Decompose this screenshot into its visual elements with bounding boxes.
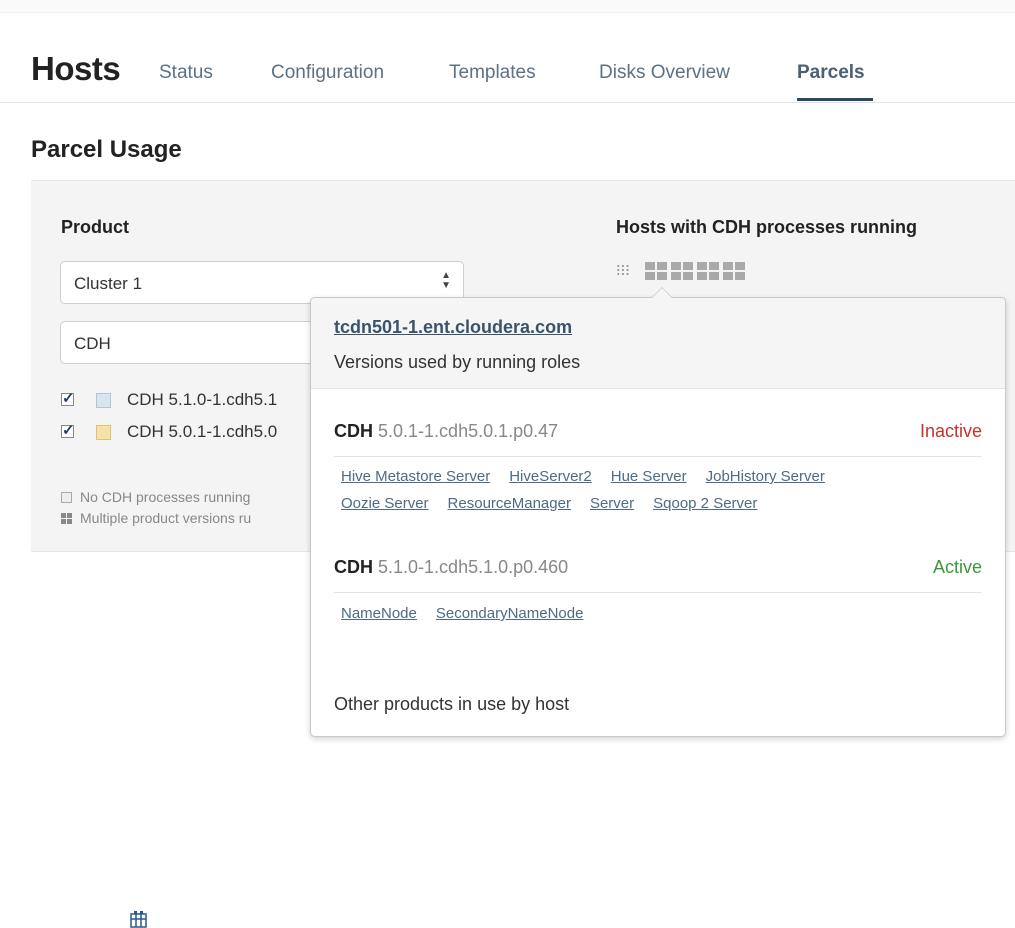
host-cell-icon[interactable] <box>671 262 693 280</box>
host-cell-icon[interactable] <box>697 262 719 280</box>
top-bar <box>0 0 1015 13</box>
legend-multiple-versions: Multiple product versions ru <box>61 510 251 526</box>
empty-square-icon <box>61 492 72 503</box>
hosts-label: Hosts with CDH processes running <box>616 217 918 237</box>
version-number: 5.1.0-1.cdh5.1.0.p0.460 <box>378 557 569 577</box>
version-product: CDH <box>334 557 373 577</box>
page-title: Hosts <box>31 50 121 87</box>
tab-configuration[interactable]: Configuration <box>271 62 384 84</box>
host-link[interactable]: tcdn501-1.ent.cloudera.com <box>334 317 572 338</box>
version-checkbox[interactable] <box>61 421 75 439</box>
select-arrows-icon: ▲ ▼ <box>441 270 451 291</box>
tab-disks-overview[interactable]: Disks Overview <box>599 62 730 84</box>
popover-arrow <box>651 287 673 298</box>
page-header: Hosts Status Configuration Templates Dis… <box>0 44 1015 103</box>
version-color-swatch <box>96 425 111 440</box>
role-link[interactable]: ResourceManager <box>448 495 571 512</box>
version-state-badge: Inactive <box>919 421 982 441</box>
other-products-heading: Other products in use by host <box>334 694 570 714</box>
tab-parcels[interactable]: Parcels <box>797 62 865 84</box>
role-link[interactable]: Hive Metastore Server <box>341 468 490 485</box>
debug-grid-icon <box>130 911 147 928</box>
popover-header: tcdn501-1.ent.cloudera.com Versions used… <box>311 298 1005 389</box>
role-link[interactable]: Oozie Server <box>341 495 429 512</box>
role-list: Hive Metastore Server HiveServer2 Hue Serv… <box>341 463 981 517</box>
tab-templates[interactable]: Templates <box>449 62 536 84</box>
version-color-swatch <box>96 393 111 408</box>
role-link[interactable]: Hue Server <box>611 468 687 485</box>
role-link[interactable]: JobHistory Server <box>706 468 825 485</box>
legend-multiple-text: Multiple product versions ru <box>80 510 252 526</box>
popover-subtitle: Versions used by running roles <box>334 352 581 372</box>
host-cell-icon[interactable] <box>645 262 667 280</box>
version-header: CDH 5.0.1-1.cdh5.0.1.p0.47 Inactive <box>334 421 982 457</box>
host-popover: tcdn501-1.ent.cloudera.com Versions used… <box>310 287 1006 737</box>
product-select-value: CDH <box>74 334 111 353</box>
role-link[interactable]: HiveServer2 <box>509 468 592 485</box>
legend-none-text: No CDH processes running <box>80 489 251 505</box>
grid-squares-icon <box>61 513 72 524</box>
active-tab-indicator <box>797 98 873 101</box>
version-label: CDH 5.1.0-1.cdh5.1 <box>127 390 278 409</box>
version-state-badge: Active <box>932 557 982 577</box>
role-list: NameNode SecondaryNameNode <box>341 600 981 627</box>
version-product: CDH <box>334 421 373 441</box>
version-checkbox[interactable] <box>61 389 75 407</box>
product-label: Product <box>61 217 130 237</box>
role-link[interactable]: SecondaryNameNode <box>436 605 584 622</box>
host-cell-small-icon[interactable] <box>616 264 630 276</box>
role-link[interactable]: Server <box>590 495 634 512</box>
version-header: CDH 5.1.0-1.cdh5.1.0.p0.460 Active <box>334 557 982 593</box>
role-link[interactable]: NameNode <box>341 605 417 622</box>
version-number: 5.0.1-1.cdh5.0.1.p0.47 <box>378 421 559 441</box>
tab-status[interactable]: Status <box>159 62 213 84</box>
section-title: Parcel Usage <box>31 136 182 163</box>
role-link[interactable]: Sqoop 2 Server <box>653 495 757 512</box>
host-cell-icon[interactable] <box>723 262 745 280</box>
version-label: CDH 5.0.1-1.cdh5.0 <box>127 422 278 441</box>
cluster-select-value: Cluster 1 <box>74 274 143 293</box>
legend-no-processes: No CDH processes running <box>61 489 250 505</box>
